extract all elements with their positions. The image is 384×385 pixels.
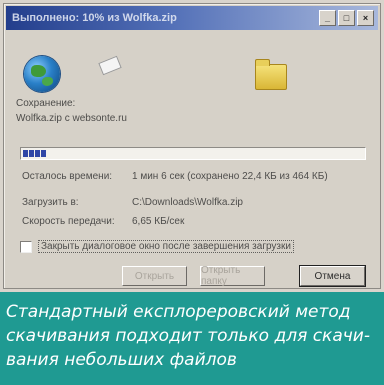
- download-to-label: Загрузить в:: [22, 197, 79, 208]
- caption-line: вания небольших файлов: [6, 350, 237, 370]
- download-progress-bar: [20, 147, 366, 160]
- transfer-rate-value: 6,65 КБ/сек: [132, 216, 185, 227]
- screenshot-area: Выполнено: 10% из Wolfka.zip _ □ × Сохра…: [0, 0, 384, 292]
- download-to-value: C:\Downloads\Wolfka.zip: [132, 197, 243, 208]
- open-button[interactable]: Открыть: [122, 266, 187, 286]
- status-line-saving: Сохранение:: [16, 98, 76, 109]
- close-on-complete-option[interactable]: Закрыть диалоговое окно после завершения…: [20, 240, 294, 253]
- window-controls: _ □ ×: [319, 10, 374, 26]
- progress-fill: [23, 150, 46, 157]
- folder-icon: [255, 59, 287, 90]
- download-dialog: Выполнено: 10% из Wolfka.zip _ □ × Сохра…: [3, 3, 381, 289]
- progress-segment: [35, 150, 40, 157]
- status-line-file: Wolfka.zip с websonte.ru: [16, 113, 127, 124]
- minimize-button[interactable]: _: [319, 10, 336, 26]
- flying-document-icon: [98, 55, 122, 76]
- globe-icon: [24, 56, 60, 92]
- caption-line: скачивания подходит только для скачи-: [6, 326, 370, 346]
- cancel-button[interactable]: Отмена: [299, 265, 366, 287]
- progress-segment: [23, 150, 28, 157]
- caption-line: Стандартный експлореровский метод: [6, 302, 351, 322]
- time-left-label: Осталось времени:: [22, 171, 113, 182]
- time-left-value: 1 мин 6 сек (сохранено 22,4 КБ из 464 КБ…: [132, 171, 328, 182]
- window-title: Выполнено: 10% из Wolfka.zip: [12, 12, 177, 24]
- close-button[interactable]: ×: [357, 10, 374, 26]
- maximize-button[interactable]: □: [338, 10, 355, 26]
- progress-segment: [29, 150, 34, 157]
- close-on-complete-checkbox[interactable]: [20, 240, 32, 253]
- close-on-complete-label[interactable]: Закрыть диалоговое окно после завершения…: [38, 240, 294, 253]
- progress-segment: [41, 150, 46, 157]
- title-bar[interactable]: Выполнено: 10% из Wolfka.zip _ □ ×: [6, 6, 378, 30]
- transfer-rate-label: Скорость передачи:: [22, 216, 115, 227]
- figure-caption: Стандартный експлореровский метод скачив…: [0, 292, 384, 385]
- open-folder-button[interactable]: Открыть папку: [200, 265, 265, 287]
